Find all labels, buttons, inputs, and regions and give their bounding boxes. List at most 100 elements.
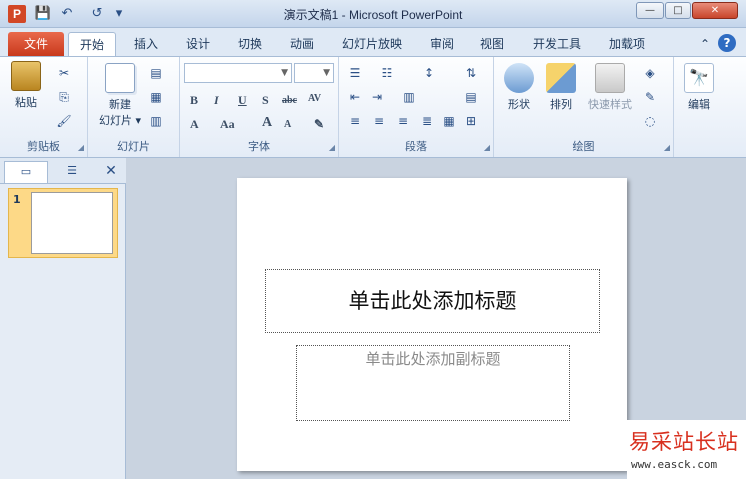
copy-icon[interactable]: ⎘ (56, 89, 72, 105)
increase-indent-icon[interactable]: ⇥ (369, 89, 385, 105)
slides-pane: ▭ ☰ ✕ 1 (0, 158, 126, 479)
section-icon[interactable]: ▥ (148, 113, 164, 129)
group-drawing: 形状 排列 快速样式 ◈ ✎ ◌ 绘图 ◢ (494, 57, 674, 157)
text-direction-icon[interactable]: ⇅ (463, 65, 479, 81)
shape-effects-icon[interactable]: ◌ (642, 113, 658, 129)
title-placeholder[interactable]: 单击此处添加标题 (265, 269, 600, 333)
new-slide-button[interactable]: 新建 幻灯片 ▾ (94, 63, 146, 128)
collapse-ribbon-icon[interactable]: ⌃ (696, 32, 714, 56)
font-size-combo[interactable]: ▼ (294, 63, 334, 83)
tab-animations[interactable]: 动画 (280, 32, 324, 56)
tab-developer[interactable]: 开发工具 (524, 32, 590, 56)
clipboard-launcher-icon[interactable]: ◢ (78, 143, 84, 152)
smartart-icon[interactable]: ⊞ (463, 113, 479, 129)
font-name-combo[interactable]: ▼ (184, 63, 292, 83)
cut-icon[interactable]: ✂ (56, 65, 72, 81)
quick-styles-label: 快速样式 (588, 98, 632, 111)
help-icon[interactable]: ? (718, 34, 736, 52)
character-spacing-button[interactable]: AV (308, 93, 321, 104)
slide-number: 1 (13, 193, 21, 206)
tab-view[interactable]: 视图 (470, 32, 514, 56)
quick-styles-button[interactable]: 快速样式 (582, 63, 638, 112)
tab-addins[interactable]: 加载项 (600, 32, 654, 56)
tab-file[interactable]: 文件 (8, 32, 64, 56)
paste-icon (11, 61, 41, 91)
tab-review[interactable]: 审阅 (420, 32, 464, 56)
grow-font-button[interactable]: A (262, 115, 272, 131)
new-slide-label-1: 新建 (109, 98, 131, 111)
paragraph-group-label: 段落 (405, 140, 427, 153)
tab-design[interactable]: 设计 (176, 32, 220, 56)
line-spacing-icon[interactable]: ↕ (421, 65, 437, 81)
slide-thumbnail-item[interactable]: 1 (8, 188, 118, 258)
group-font: ▼ ▼ B I U S abc AV A Aa A A ✎ 字体 ◢ (180, 57, 339, 157)
numbering-icon[interactable]: ☷ (379, 65, 395, 81)
shadow-button[interactable]: S (262, 93, 269, 108)
tab-slides-thumbnails[interactable]: ▭ (4, 161, 48, 183)
tab-home[interactable]: 开始 (68, 32, 116, 56)
slide[interactable]: 单击此处添加标题 单击此处添加副标题 (237, 178, 627, 471)
columns-icon[interactable]: ▥ (401, 89, 417, 105)
subtitle-placeholder[interactable]: 单击此处添加副标题 (296, 345, 570, 421)
font-launcher-icon[interactable]: ◢ (329, 143, 335, 152)
drawing-group-label: 绘图 (572, 140, 595, 153)
maximize-button[interactable]: □ (665, 2, 691, 19)
italic-button[interactable]: I (214, 93, 219, 108)
shapes-icon (504, 63, 534, 93)
align-text-icon[interactable]: ▤ (463, 89, 479, 105)
justify-icon[interactable]: ≣ (419, 113, 435, 129)
tab-transitions[interactable]: 切换 (228, 32, 272, 56)
paste-button[interactable]: 粘贴 (6, 61, 46, 110)
tab-insert[interactable]: 插入 (124, 32, 168, 56)
tab-slideshow[interactable]: 幻灯片放映 (334, 32, 410, 56)
watermark-site-name: 易采站长站 (629, 430, 739, 454)
arrange-button[interactable]: 排列 (542, 63, 580, 112)
window-title: 演示文稿1 - Microsoft PowerPoint (283, 8, 463, 22)
align-left-icon[interactable]: ≡ (347, 113, 363, 129)
pane-tabs: ▭ ☰ ✕ (0, 158, 126, 184)
shape-outline-icon[interactable]: ✎ (642, 89, 658, 105)
ribbon-tab-strip: 文件 开始 插入 设计 切换 动画 幻灯片放映 审阅 视图 开发工具 加载项 ⌃… (0, 28, 746, 56)
clipboard-group-label: 剪贴板 (27, 140, 60, 153)
site-watermark: 易采站长站 www.easck.com (627, 420, 746, 479)
close-pane-icon[interactable]: ✕ (100, 161, 122, 183)
title-bar: P 💾 ↶ ↺ ▾ 演示文稿1 - Microsoft PowerPoint —… (0, 0, 746, 28)
bullets-icon[interactable]: ☰ (347, 65, 363, 81)
format-painter-icon[interactable]: 🖌 (56, 113, 72, 129)
arrange-icon (546, 63, 576, 93)
strikethrough-button[interactable]: abc (282, 95, 297, 106)
layout-icon[interactable]: ▤ (148, 65, 164, 81)
slides-group-label: 幻灯片 (117, 140, 150, 153)
new-slide-label-2: 幻灯片 ▾ (98, 114, 142, 127)
reset-icon[interactable]: ▦ (148, 89, 164, 105)
paste-label: 粘贴 (15, 96, 37, 109)
minimize-button[interactable]: — (636, 2, 664, 19)
underline-button[interactable]: U (238, 93, 247, 108)
slide-thumbnail[interactable] (31, 192, 113, 254)
editing-label: 编辑 (688, 98, 710, 111)
watermark-url: www.easck.com (631, 458, 718, 471)
editing-button[interactable]: 🔭 编辑 (680, 63, 718, 112)
group-slides: 新建 幻灯片 ▾ ▤ ▦ ▥ 幻灯片 (88, 57, 180, 157)
clear-formatting-button[interactable]: ✎ (314, 117, 324, 132)
close-button[interactable]: ✕ (692, 2, 738, 19)
change-case-button[interactable]: Aa (220, 117, 235, 132)
bold-button[interactable]: B (190, 93, 198, 108)
ribbon-home: 粘贴 ✂ ⎘ 🖌 剪贴板 ◢ 新建 幻灯片 ▾ ▤ ▦ ▥ 幻灯片 ▼ ▼ B … (0, 56, 746, 158)
font-color-button[interactable]: A (190, 117, 199, 132)
align-center-icon[interactable]: ≡ (371, 113, 387, 129)
drawing-launcher-icon[interactable]: ◢ (664, 143, 670, 152)
shape-fill-icon[interactable]: ◈ (642, 65, 658, 81)
shapes-button[interactable]: 形状 (500, 63, 538, 112)
shrink-font-button[interactable]: A (284, 119, 291, 130)
align-right-icon[interactable]: ≡ (395, 113, 411, 129)
tab-outline[interactable]: ☰ (50, 161, 94, 183)
arrange-label: 排列 (550, 98, 572, 111)
binoculars-icon: 🔭 (684, 63, 714, 93)
paragraph-launcher-icon[interactable]: ◢ (484, 143, 490, 152)
distributed-icon[interactable]: ▦ (441, 113, 457, 129)
font-group-label: 字体 (248, 140, 270, 153)
quick-styles-icon (595, 63, 625, 93)
decrease-indent-icon[interactable]: ⇤ (347, 89, 363, 105)
new-slide-icon (105, 63, 135, 93)
